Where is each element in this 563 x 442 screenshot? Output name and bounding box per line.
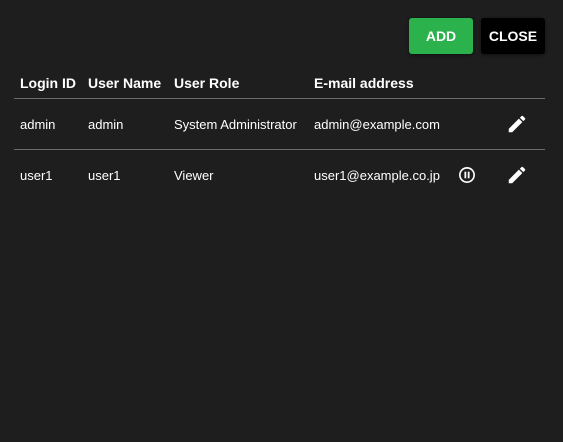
toolbar: ADD CLOSE xyxy=(409,18,545,54)
cell-user-role: System Administrator xyxy=(174,117,297,132)
cell-user-role: Viewer xyxy=(174,168,214,183)
cell-user-name: admin xyxy=(88,117,124,132)
table-row: user1 user1 Viewer user1@example.co.jp xyxy=(14,150,545,200)
cell-user-name: user1 xyxy=(88,168,121,183)
add-button[interactable]: ADD xyxy=(409,18,473,54)
table-row: admin admin System Administrator admin@e… xyxy=(14,99,545,150)
close-button[interactable]: CLOSE xyxy=(481,18,545,54)
header-user-role: User Role xyxy=(174,75,240,91)
header-user-name: User Name xyxy=(88,75,162,91)
cell-email: admin@example.com xyxy=(314,117,440,132)
users-table: Login ID User Name User Role E-mail addr… xyxy=(14,70,545,200)
header-login-id: Login ID xyxy=(20,75,76,91)
edit-icon[interactable] xyxy=(505,163,529,187)
cell-login-id: user1 xyxy=(20,168,53,183)
cell-email: user1@example.co.jp xyxy=(314,168,440,183)
pause-circle-icon[interactable] xyxy=(455,163,479,187)
cell-login-id: admin xyxy=(20,117,56,132)
table-header: Login ID User Name User Role E-mail addr… xyxy=(14,70,545,99)
header-email: E-mail address xyxy=(314,75,414,91)
edit-icon[interactable] xyxy=(505,112,529,136)
